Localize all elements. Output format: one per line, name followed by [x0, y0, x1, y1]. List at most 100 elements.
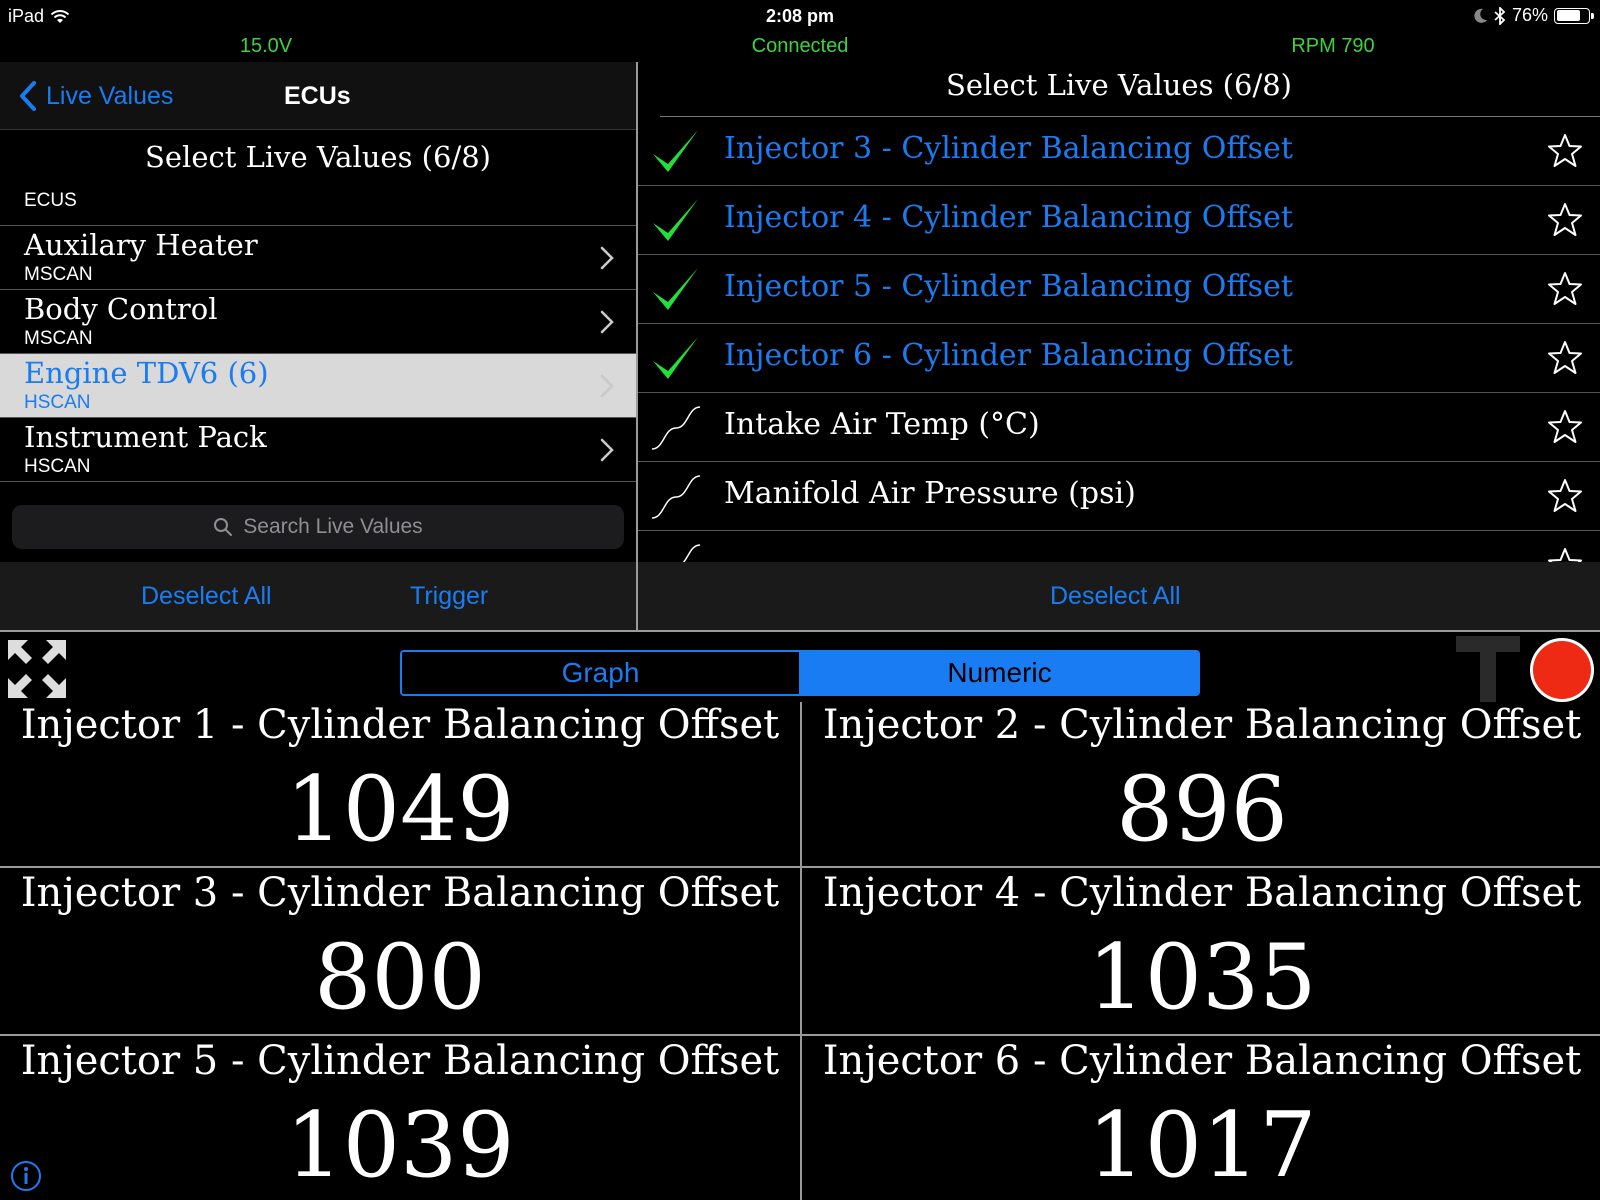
star-icon[interactable] — [1546, 408, 1584, 446]
live-values-header: Select Live Values (6/8) — [946, 68, 1292, 102]
record-dot — [1533, 641, 1591, 699]
star-icon[interactable] — [1546, 270, 1584, 308]
chevron-left-icon — [20, 81, 36, 111]
vehicle-info-row: 15.0V Connected RPM 790 — [0, 32, 1600, 62]
back-button-label: Live Values — [46, 81, 174, 110]
readout-value: 1017 — [1087, 1093, 1317, 1198]
chevron-right-icon — [600, 310, 614, 334]
graph-tab[interactable]: Graph — [402, 652, 801, 694]
readout-title: Injector 1 - Cylinder Balancing Offset — [20, 702, 780, 748]
ecu-bus: HSCAN — [24, 392, 91, 413]
info-icon[interactable] — [10, 1160, 42, 1192]
connection-status: Connected — [751, 35, 849, 57]
status-bar: iPad 2:08 pm 76% — [0, 0, 1600, 32]
star-icon[interactable] — [1546, 339, 1584, 377]
moon-icon — [1474, 8, 1487, 23]
live-value-label: Intake Air Temp (°C) — [724, 407, 1040, 442]
ecu-row[interactable]: Body Control MSCAN — [0, 289, 636, 353]
view-mode-segmented-control: Graph Numeric — [400, 650, 1200, 696]
live-value-row[interactable]: Injector 3 - Cylinder Balancing Offset — [638, 117, 1600, 186]
live-value-row[interactable]: Injector 6 - Cylinder Balancing Offset — [638, 324, 1600, 393]
live-value-label: Injector 5 - Cylinder Balancing Offset — [724, 269, 1293, 304]
clock: 2:08 pm — [765, 6, 835, 26]
live-value-row[interactable]: Intake Air Temp (°C) — [638, 393, 1600, 462]
live-values-list: Injector 3 - Cylinder Balancing Offset In… — [638, 117, 1600, 562]
ecu-row[interactable]: Instrument Pack HSCAN — [0, 417, 636, 481]
readout-value: 1049 — [285, 757, 515, 862]
section-divider — [0, 630, 1600, 632]
voltage-readout: 15.0V — [239, 35, 293, 57]
ecu-bus: MSCAN — [24, 264, 93, 285]
readout-cell[interactable]: Injector 5 - Cylinder Balancing Offset 10… — [0, 1038, 800, 1200]
ecu-section-label: ECUS — [24, 190, 77, 211]
ecu-bus: HSCAN — [24, 456, 91, 477]
ecu-name: Engine TDV6 (6) — [24, 356, 269, 390]
ecu-panel: Live Values ECUs Select Live Values (6/8… — [0, 62, 636, 630]
ecu-row[interactable]: Engine TDV6 (6) HSCAN — [0, 353, 636, 417]
readout-title: Injector 5 - Cylinder Balancing Offset — [20, 1038, 780, 1084]
rpm-readout: RPM 790 — [1291, 35, 1375, 57]
chevron-right-icon — [600, 374, 614, 398]
star-icon[interactable] — [1546, 477, 1584, 515]
deselect-all-button-left[interactable]: Deselect All — [141, 582, 272, 611]
live-value-label: Injector 3 - Cylinder Balancing Offset — [724, 131, 1293, 166]
ecu-panel-header: Select Live Values (6/8) — [145, 140, 491, 174]
readout-title: Injector 2 - Cylinder Balancing Offset — [822, 702, 1582, 748]
back-button[interactable]: Live Values — [18, 80, 173, 112]
ecu-name: Instrument Pack — [24, 420, 267, 454]
sine-wave-icon — [651, 475, 701, 519]
trigger-t-icon[interactable] — [1454, 634, 1522, 704]
search-icon — [214, 518, 233, 536]
star-icon[interactable] — [1546, 201, 1584, 239]
live-values-toolbar: Deselect All — [638, 562, 1600, 630]
battery-icon — [1554, 7, 1594, 24]
chevron-right-icon — [600, 246, 614, 270]
ecu-name: Body Control — [24, 292, 218, 326]
readout-cell[interactable]: Injector 3 - Cylinder Balancing Offset 80… — [0, 870, 800, 1036]
ecu-toolbar: Deselect All Trigger — [0, 562, 636, 630]
sine-wave-icon — [651, 406, 701, 450]
live-values-panel: Select Live Values (6/8) Injector 3 - Cy… — [638, 62, 1600, 630]
readout-value: 1035 — [1087, 925, 1317, 1030]
star-icon[interactable] — [1546, 546, 1584, 562]
checkmark-icon — [653, 337, 698, 379]
readout-title: Injector 6 - Cylinder Balancing Offset — [822, 1038, 1582, 1084]
star-icon[interactable] — [1546, 132, 1584, 170]
checkmark-icon — [653, 268, 698, 310]
ecu-nav-bar: Live Values ECUs — [0, 62, 636, 130]
status-right: 76% — [1474, 5, 1594, 26]
readout-cell[interactable]: Injector 6 - Cylinder Balancing Offset 10… — [802, 1038, 1600, 1200]
ecu-row[interactable]: Auxilary Heater MSCAN — [0, 225, 636, 289]
readout-cell[interactable]: Injector 2 - Cylinder Balancing Offset 89… — [802, 702, 1600, 868]
readout-value: 1039 — [285, 1093, 515, 1198]
search-placeholder: Search Live Values — [243, 515, 423, 538]
readout-value: 800 — [314, 925, 486, 1030]
bluetooth-icon — [1494, 6, 1506, 25]
readout-cell[interactable]: Injector 1 - Cylinder Balancing Offset 10… — [0, 702, 800, 868]
ecu-name: Auxilary Heater — [24, 228, 258, 262]
readout-title: Injector 4 - Cylinder Balancing Offset — [822, 870, 1582, 916]
live-value-row[interactable]: Injector 5 - Cylinder Balancing Offset — [638, 255, 1600, 324]
checkmark-icon — [653, 199, 698, 241]
live-value-label: Injector 4 - Cylinder Balancing Offset — [724, 200, 1293, 235]
deselect-all-button-right[interactable]: Deselect All — [1050, 582, 1181, 611]
readout-value: 896 — [1116, 757, 1288, 862]
grid-divider — [800, 702, 802, 1200]
live-value-row-partial[interactable] — [638, 531, 1600, 562]
trigger-button[interactable]: Trigger — [410, 582, 488, 611]
numeric-tab[interactable]: Numeric — [801, 652, 1198, 694]
live-value-label: Manifold Air Pressure (psi) — [724, 476, 1136, 511]
battery-percent: 76% — [1511, 5, 1548, 25]
record-button[interactable] — [1530, 638, 1594, 702]
chevron-right-icon — [600, 438, 614, 462]
readout-cell[interactable]: Injector 4 - Cylinder Balancing Offset 10… — [802, 870, 1600, 1036]
live-value-row[interactable]: Injector 4 - Cylinder Balancing Offset — [638, 186, 1600, 255]
live-value-row[interactable]: Manifold Air Pressure (psi) — [638, 462, 1600, 531]
search-live-values-input[interactable]: Search Live Values — [12, 505, 624, 549]
checkmark-icon — [653, 130, 698, 172]
ecu-nav-title: ECUs — [284, 82, 351, 110]
readout-title: Injector 3 - Cylinder Balancing Offset — [20, 870, 780, 916]
live-value-label: Injector 6 - Cylinder Balancing Offset — [724, 338, 1293, 373]
expand-icon[interactable] — [6, 638, 68, 700]
battery-fill — [1556, 10, 1581, 21]
